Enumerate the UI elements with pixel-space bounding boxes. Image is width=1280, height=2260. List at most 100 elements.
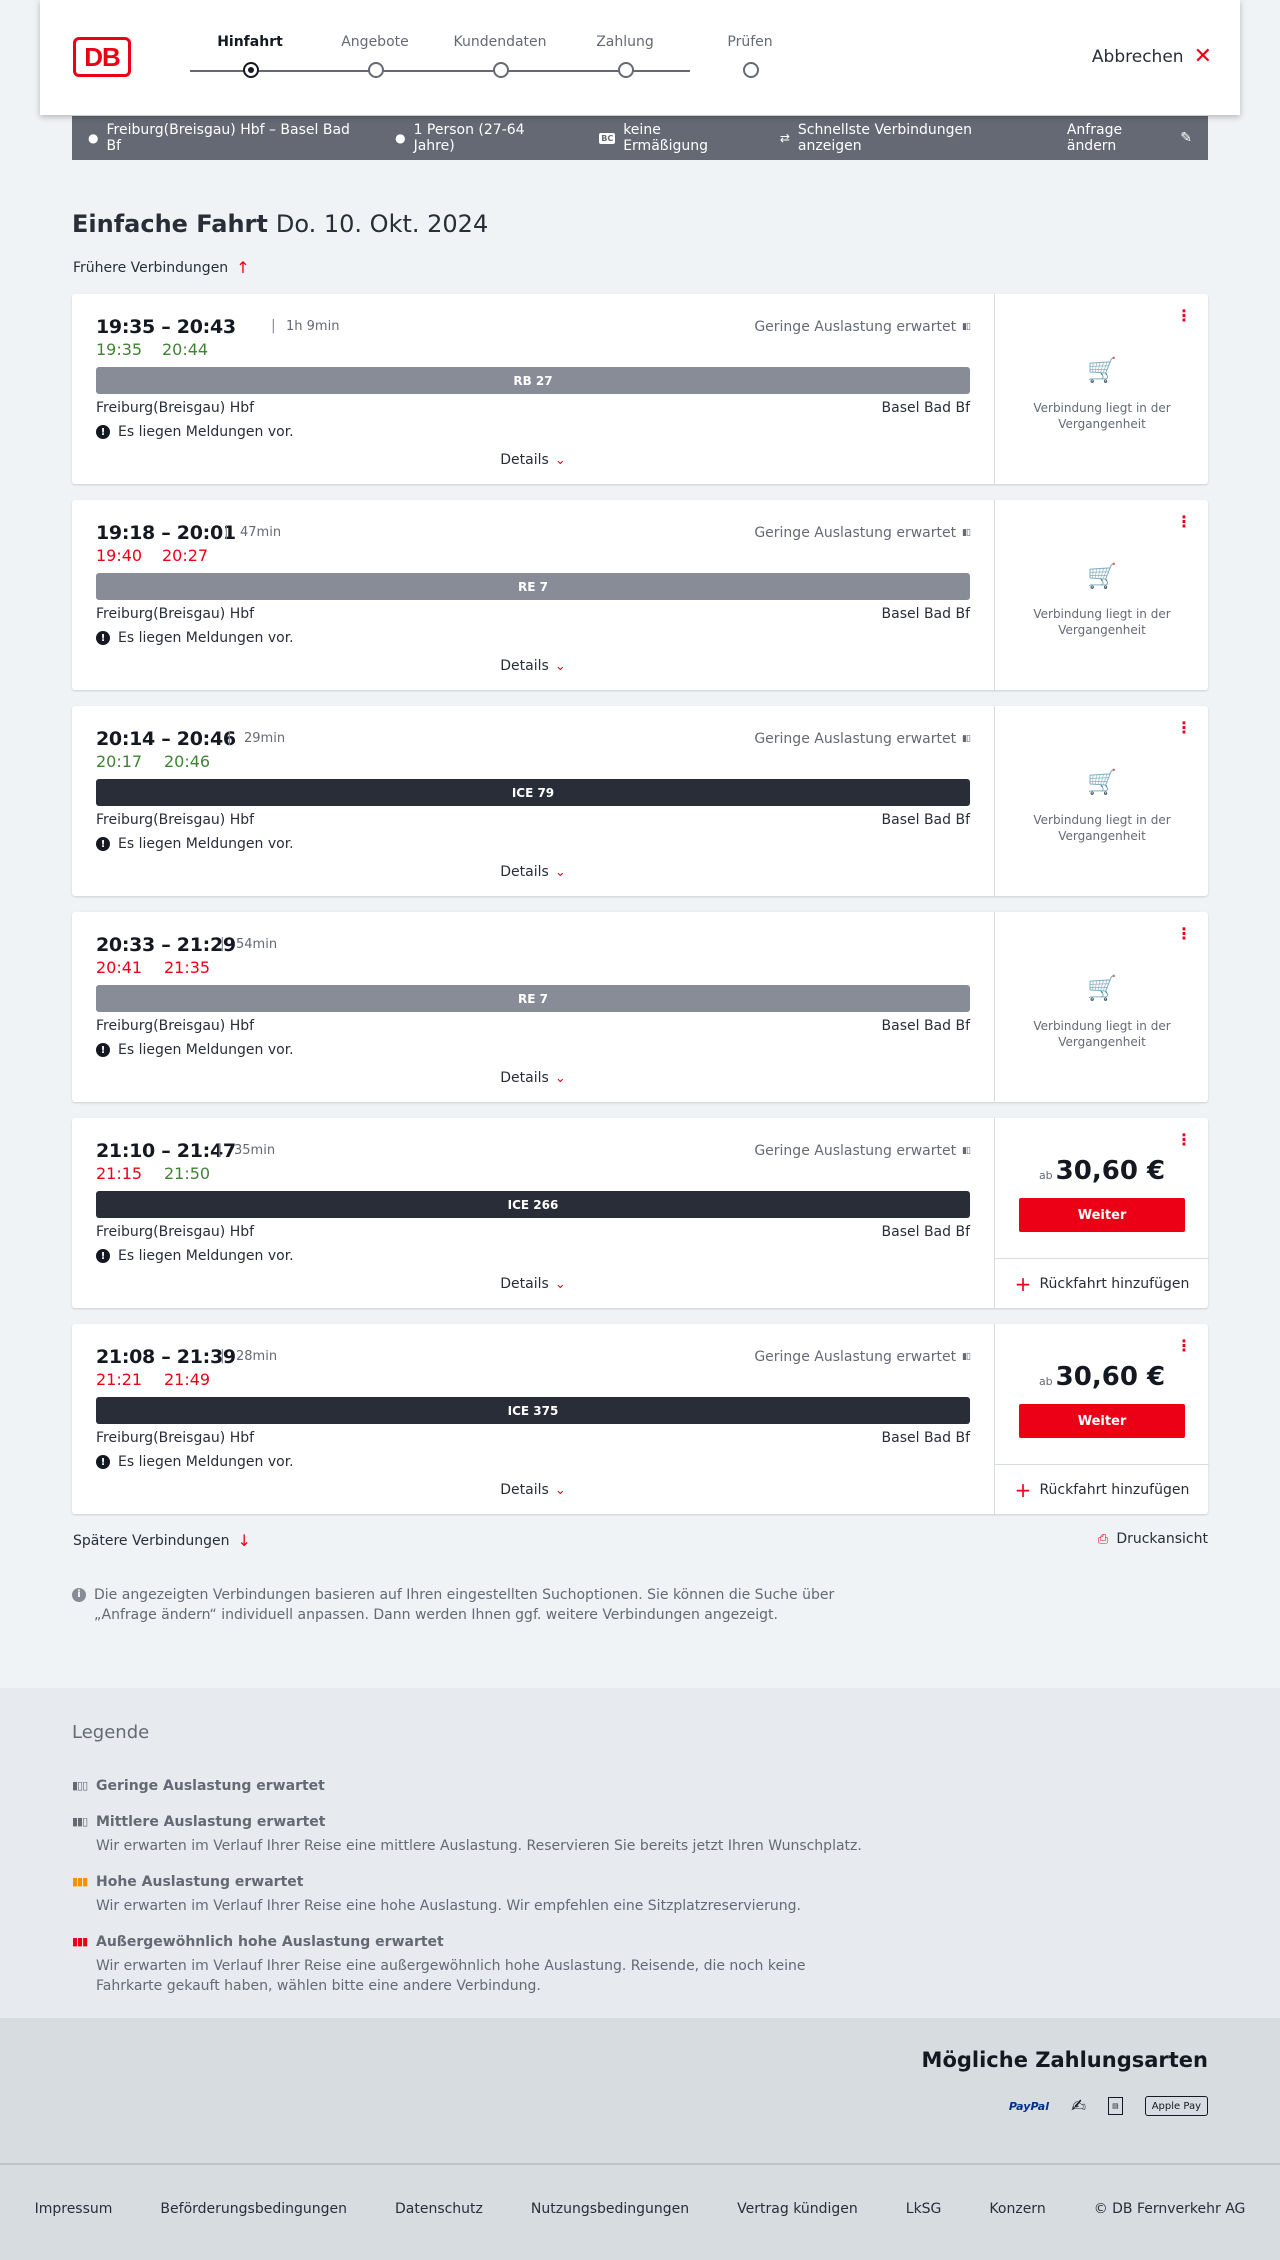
- details-toggle[interactable]: Details ⌄: [72, 1070, 994, 1086]
- footer-link-lksg[interactable]: LkSG: [906, 2201, 942, 2217]
- occupancy-label: Geringe Auslastung erwartet: [754, 731, 957, 747]
- connection-main: 21:10 – 21:47 | 35min 21:15 21:50 Gering…: [72, 1118, 994, 1308]
- continue-button[interactable]: Weiter: [1019, 1404, 1185, 1438]
- more-options-icon[interactable]: ⋮: [1176, 1338, 1192, 1354]
- edit-request-button[interactable]: Anfrage ändern ✎: [1067, 122, 1192, 154]
- footer-copyright[interactable]: © DB Fernverkehr AG: [1094, 2201, 1246, 2217]
- realtime-arrival: 20:44: [162, 340, 209, 359]
- connection-card: 21:10 – 21:47 | 35min 21:15 21:50 Gering…: [72, 1118, 1209, 1308]
- messages-notice: ! Es liegen Meldungen vor.: [96, 424, 294, 440]
- passenger-summary[interactable]: ● 1 Person (27-64 Jahre): [395, 122, 565, 154]
- past-connection-note: Verbindung liegt in der Vergangenheit: [1033, 1019, 1171, 1049]
- realtime-arrival: 21:49: [164, 1370, 211, 1389]
- step-pruefen[interactable]: Prüfen: [687, 34, 813, 78]
- more-options-icon[interactable]: ⋮: [1176, 514, 1192, 530]
- train-bar[interactable]: ICE 266: [96, 1191, 970, 1218]
- edit-request-label: Anfrage ändern: [1066, 122, 1123, 154]
- footer-link-vertrag-kuendigen[interactable]: Vertrag kündigen: [737, 2201, 858, 2217]
- cart-unavailable-icon: 🛒: [1087, 356, 1117, 384]
- more-options-icon[interactable]: ⋮: [1176, 926, 1192, 942]
- legend-item-title: Geringe Auslastung erwartet: [96, 1778, 325, 1794]
- details-toggle[interactable]: Details ⌄: [72, 1482, 994, 1498]
- step-dot: [493, 62, 509, 78]
- info-icon: i: [72, 1588, 86, 1602]
- details-toggle[interactable]: Details ⌄: [72, 864, 994, 880]
- later-connections-link[interactable]: Spätere Verbindungen ↓: [73, 1531, 251, 1550]
- occupancy-info: Geringe Auslastung erwartet ▮▯: [754, 1143, 971, 1159]
- connection-offer: ⋮ 🛒 Verbindung liegt in der Vergangenhei…: [994, 912, 1208, 1102]
- print-label: Druckansicht: [1116, 1531, 1208, 1547]
- realtime-departure: 21:15: [96, 1164, 143, 1183]
- trip-type: Einfache Fahrt: [72, 210, 268, 238]
- payment-title: Mögliche Zahlungsarten: [921, 2048, 1208, 2072]
- print-view-link[interactable]: ⎙ Druckansicht: [1098, 1531, 1208, 1547]
- step-dot: [743, 62, 759, 78]
- cart-unavailable-icon: 🛒: [1087, 974, 1117, 1002]
- train-bar[interactable]: RB 27: [96, 367, 970, 394]
- occupancy-low-icon: ▮▯: [962, 1146, 971, 1156]
- legend-item-description: Wir erwarten im Verlauf Ihrer Reise eine…: [96, 1838, 862, 1854]
- messages-notice: ! Es liegen Meldungen vor.: [96, 836, 294, 852]
- details-toggle[interactable]: Details ⌄: [72, 452, 994, 468]
- footer: Impressum Beförderungsbedingungen Datens…: [0, 2163, 1280, 2260]
- past-connection-note: Verbindung liegt in der Vergangenheit: [1033, 401, 1171, 431]
- add-return-button[interactable]: + Rückfahrt hinzufügen: [995, 1464, 1209, 1514]
- step-label: Kundendaten: [453, 34, 547, 50]
- train-bar[interactable]: ICE 79: [96, 779, 970, 806]
- more-options-icon[interactable]: ⋮: [1176, 720, 1192, 736]
- train-bar[interactable]: RE 7: [96, 573, 970, 600]
- printer-icon: ⎙: [1097, 1531, 1109, 1547]
- footer-link-nutzungsbedingungen[interactable]: Nutzungsbedingungen: [531, 2201, 689, 2217]
- continue-button[interactable]: Weiter: [1019, 1198, 1185, 1232]
- discount-summary[interactable]: BC keine Ermäßigung: [599, 122, 746, 154]
- footer-link-befoerderungsbedingungen[interactable]: Beförderungsbedingungen: [160, 2201, 347, 2217]
- footer-link-datenschutz[interactable]: Datenschutz: [395, 2201, 483, 2217]
- realtime-arrival: 21:50: [164, 1164, 211, 1183]
- fastest-text: Schnellste Verbindungen anzeigen: [797, 122, 972, 154]
- cart-unavailable-icon: 🛒: [1087, 562, 1117, 590]
- occupancy-low-icon: ▮▯: [962, 734, 971, 744]
- messages-text: Es liegen Meldungen vor.: [118, 1454, 294, 1470]
- details-toggle[interactable]: Details ⌄: [72, 1276, 994, 1292]
- details-label: Details: [500, 452, 549, 468]
- step-angebote[interactable]: Angebote: [312, 34, 438, 78]
- more-options-icon[interactable]: ⋮: [1176, 1132, 1192, 1148]
- db-logo[interactable]: DB: [73, 37, 131, 77]
- top-navigation: DB Hinfahrt Angebote Kundendaten Zahlung…: [40, 0, 1240, 115]
- connection-offer: ⋮ 🛒 Verbindung liegt in der Vergangenhei…: [994, 294, 1208, 484]
- earlier-connections-link[interactable]: Frühere Verbindungen ↑: [73, 258, 250, 277]
- plus-icon: +: [1014, 1477, 1032, 1502]
- route-summary[interactable]: ● Freiburg(Breisgau) Hbf – Basel Bad Bf: [88, 122, 361, 154]
- details-label: Details: [500, 658, 549, 674]
- occupancy-low-icon: ▮▯: [962, 1352, 971, 1362]
- train-bar[interactable]: RE 7: [96, 985, 970, 1012]
- step-hinfahrt[interactable]: Hinfahrt: [187, 34, 313, 78]
- arrival-station: Basel Bad Bf: [881, 1018, 970, 1034]
- footer-links: Impressum Beförderungsbedingungen Datens…: [0, 2201, 1280, 2217]
- step-kundendaten[interactable]: Kundendaten: [437, 34, 563, 78]
- travel-date: Do. 10. Okt. 2024: [275, 210, 489, 238]
- more-options-icon[interactable]: ⋮: [1176, 308, 1192, 324]
- planned-times: 19:18 – 20:01: [96, 522, 236, 544]
- arrow-up-icon: ↑: [236, 258, 250, 277]
- add-return-button[interactable]: + Rückfahrt hinzufügen: [995, 1258, 1209, 1308]
- footer-link-konzern[interactable]: Konzern: [989, 2201, 1045, 2217]
- connection-main: 21:08 – 21:39 | 28min 21:21 21:49 Gering…: [72, 1324, 994, 1514]
- details-toggle[interactable]: Details ⌄: [72, 658, 994, 674]
- arrow-down-icon: ↓: [237, 1531, 251, 1550]
- chevron-down-icon: ⌄: [554, 453, 566, 468]
- occupancy-info: Geringe Auslastung erwartet ▮▯: [754, 525, 971, 541]
- chevron-down-icon: ⌄: [554, 1277, 566, 1292]
- alert-icon: !: [96, 425, 110, 439]
- messages-notice: ! Es liegen Meldungen vor.: [96, 1042, 294, 1058]
- step-zahlung[interactable]: Zahlung: [562, 34, 688, 78]
- step-label: Hinfahrt: [217, 34, 283, 50]
- realtime-arrival: 20:46: [164, 752, 211, 771]
- price-prefix: ab: [1038, 1375, 1053, 1388]
- train-bar[interactable]: ICE 375: [96, 1397, 970, 1424]
- fastest-toggle[interactable]: ⇄ Schnellste Verbindungen anzeigen: [780, 122, 1033, 154]
- footer-link-impressum[interactable]: Impressum: [35, 2201, 113, 2217]
- departure-station: Freiburg(Breisgau) Hbf: [96, 400, 255, 416]
- step-dot: [243, 62, 259, 78]
- cancel-button[interactable]: Abbrechen ✕: [1092, 46, 1212, 68]
